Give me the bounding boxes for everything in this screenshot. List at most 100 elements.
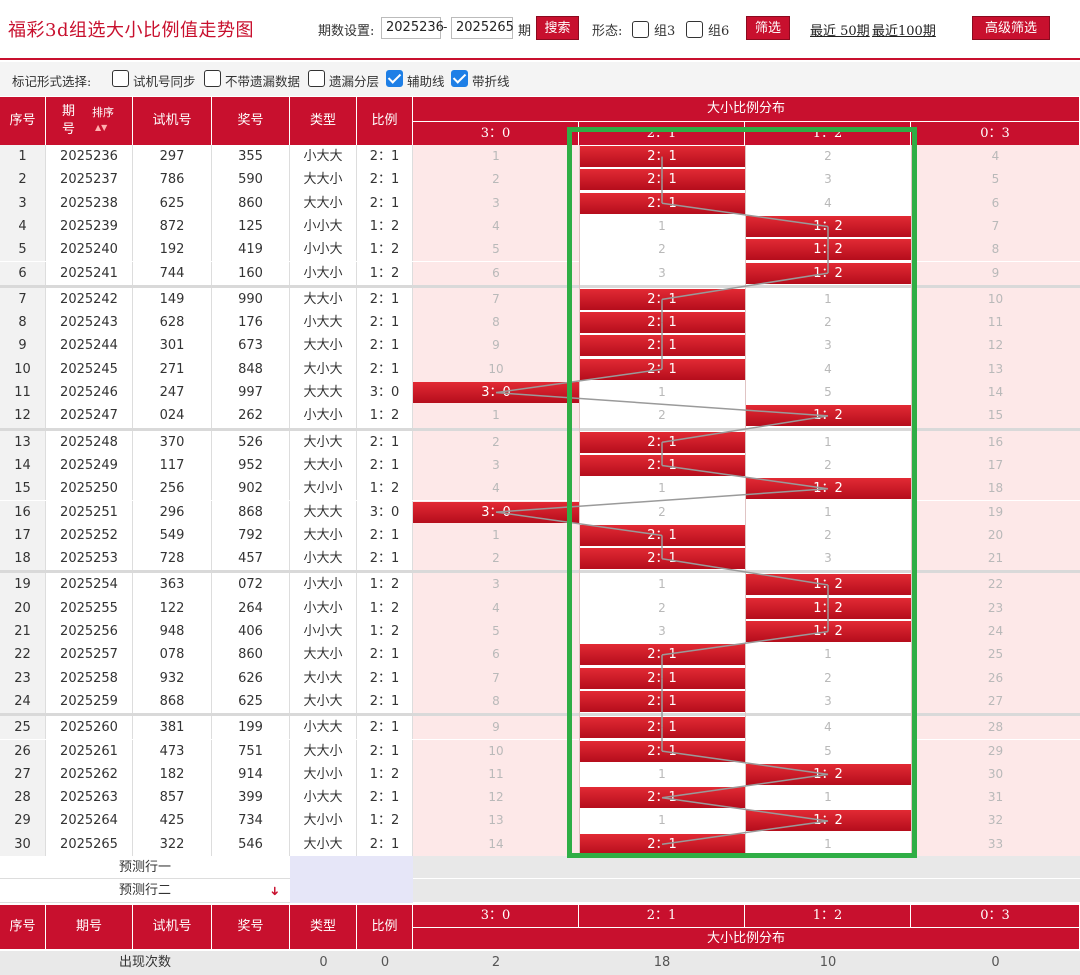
mark-option-checkbox[interactable] [451,70,468,87]
group3-checkbox[interactable] [632,21,649,38]
period-setting-label: 期数设置: [318,24,375,39]
stats-value: 18 [653,954,671,970]
cell-ratio: 3：0 [357,381,413,405]
cell-idx: 2 [0,168,46,192]
cell-draw: 997 [212,381,290,405]
dist-cell: 8 [911,238,1080,262]
cell-type: 小大小 [290,596,357,620]
cell-draw: 625 [212,689,290,714]
cell-idx: 8 [0,311,46,335]
cell-ratio: 2：1 [357,523,413,548]
dist-cell: 3：0 [413,381,579,405]
cell-ratio: 2：1 [357,643,413,667]
dist-cell: 18 [911,477,1080,501]
footer-dist-col: 2：1 [579,904,745,927]
filter-button[interactable]: 筛选 [746,16,790,40]
cell-period: 2025241 [46,261,133,285]
cell-ratio: 2：1 [357,689,413,714]
cell-period: 2025264 [46,809,133,833]
cell-idx: 3 [0,191,46,215]
dist-cell: 10 [413,357,579,381]
cell-type: 小大大 [290,547,357,571]
dist-cell: 1 [413,523,579,548]
mark-option-checkbox[interactable] [204,70,221,87]
cell-draw: 673 [212,334,290,358]
mark-option-label: 带折线 [472,74,510,89]
mark-option-checkbox[interactable] [112,70,129,87]
down-arrow-icon[interactable]: ➜ [268,886,282,896]
dist-cell: 2 [413,168,579,192]
cell-type: 大小大 [290,430,357,454]
cell-type: 大小大 [290,832,357,856]
cell-draw: 262 [212,404,290,428]
cell-trial: 728 [133,547,212,571]
cell-trial: 256 [133,477,212,501]
page-title: 福彩3d组选大小比例值走势图 [8,20,254,41]
dist-cell: 1 [413,404,579,428]
cell-period: 2025250 [46,477,133,501]
cell-ratio: 2：1 [357,357,413,381]
cell-draw: 160 [212,261,290,285]
period-from-input[interactable]: 2025236 [381,17,444,39]
cell-period: 2025265 [46,832,133,856]
dist-cell: 27 [911,689,1080,714]
cell-ratio: 1：2 [357,762,413,787]
group6-label: 组6 [708,24,730,39]
mark-option-label: 试机号同步 [133,74,196,89]
dist-cell: 10 [911,287,1080,312]
cell-type: 大小小 [290,809,357,833]
group6-checkbox[interactable] [686,21,703,38]
cell-trial: 932 [133,666,212,690]
dist-cell: 5 [413,238,579,262]
cell-period: 2025237 [46,168,133,192]
header-trial: 试机号 [133,97,212,145]
sort-arrows-icon[interactable]: ▲▼ [95,119,107,137]
cell-draw: 860 [212,643,290,667]
cell-idx: 14 [0,453,46,478]
advanced-filter-button[interactable]: 高级筛选 [972,16,1050,40]
prediction-input-cell[interactable] [290,879,413,903]
dist-cell: 28 [911,716,1080,740]
cell-trial: 363 [133,573,212,597]
group-separator [0,713,1080,717]
cell-period: 2025262 [46,762,133,787]
cell-ratio: 1：2 [357,620,413,644]
cell-period: 2025255 [46,596,133,620]
prediction-input-cell[interactable] [290,856,413,880]
recent-100-link[interactable]: 最近100期 [872,20,936,39]
cell-idx: 13 [0,430,46,454]
mark-option-checkbox[interactable] [308,70,325,87]
cell-trial: 381 [133,716,212,740]
header-period-top: 期 [62,104,76,119]
prediction-dist-cell[interactable] [413,879,1080,903]
cell-ratio: 2：1 [357,832,413,856]
cell-idx: 22 [0,643,46,667]
dist-cell: 6 [413,643,579,667]
sort-button[interactable]: 排序 [92,107,114,119]
cell-idx: 24 [0,689,46,714]
dist-cell: 31 [911,786,1080,810]
mark-option-checkbox[interactable] [386,70,403,87]
dist-cell: 6 [413,261,579,285]
period-to-input[interactable]: 2025265 [451,17,514,39]
header-dist-col: 0：3 [911,121,1080,145]
search-button[interactable]: 搜索 [536,16,579,40]
cell-type: 小大大 [290,311,357,335]
cell-idx: 26 [0,739,46,763]
cell-trial: 625 [133,191,212,215]
cell-type: 大小小 [290,762,357,787]
cell-type: 大小大 [290,689,357,714]
header-draw: 奖号 [212,97,290,145]
recent-50-link[interactable]: 最近 50期 [810,20,870,39]
cell-type: 大大大 [290,500,357,524]
cell-ratio: 1：2 [357,261,413,285]
cell-draw: 860 [212,191,290,215]
cell-ratio: 2：1 [357,786,413,810]
cell-ratio: 2：1 [357,453,413,478]
prediction-dist-cell[interactable] [413,856,1080,880]
cell-period: 2025248 [46,430,133,454]
cell-idx: 4 [0,214,46,239]
cell-idx: 16 [0,500,46,524]
dist-cell: 2 [413,430,579,454]
cell-trial: 271 [133,357,212,381]
